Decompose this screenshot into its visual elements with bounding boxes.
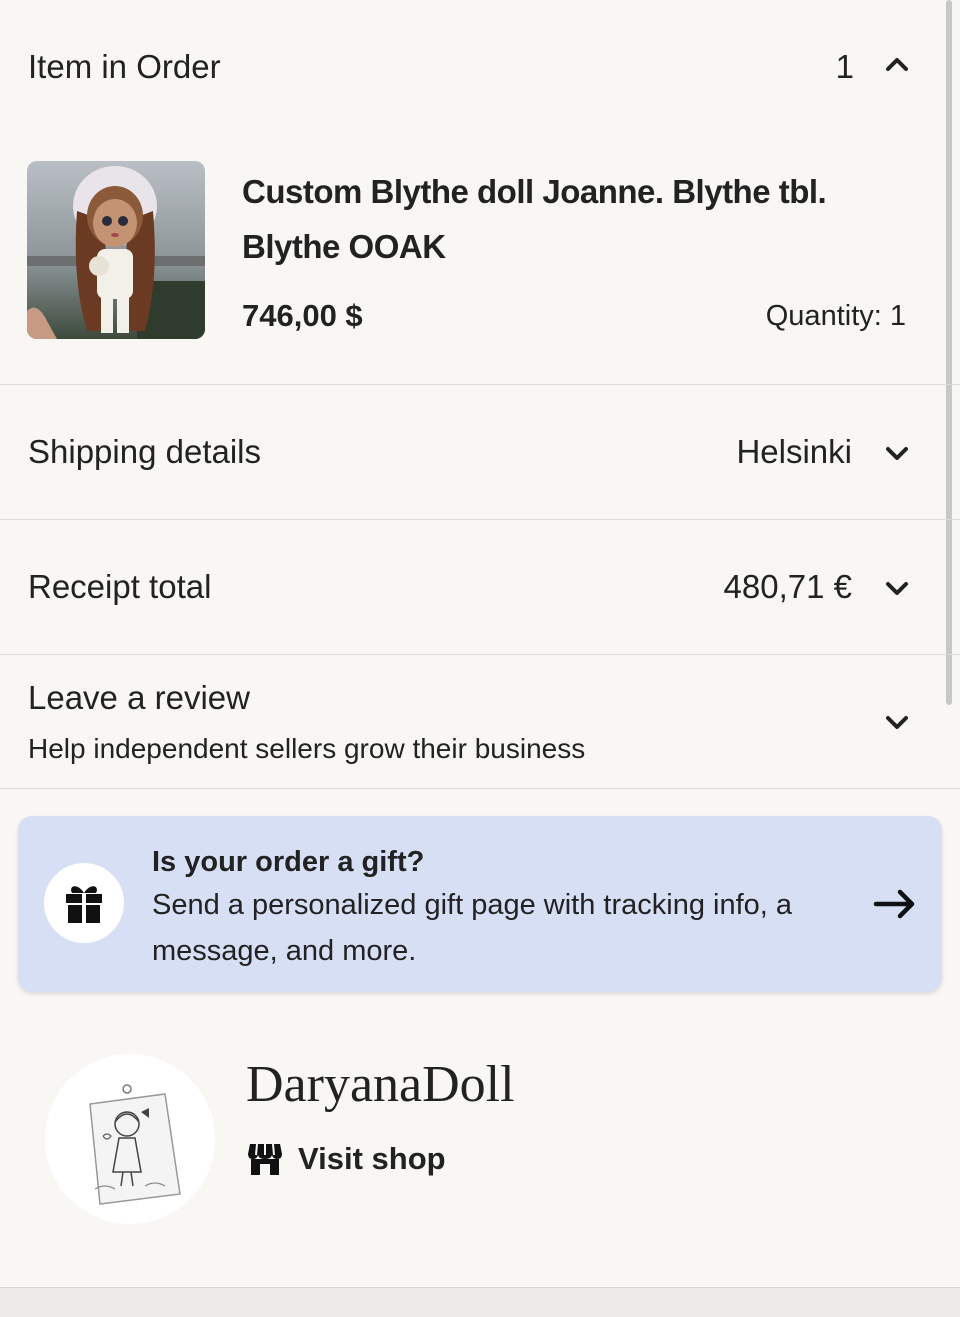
chevron-up-icon[interactable] (884, 52, 910, 78)
gift-description: Send a personalized gift page with track… (152, 889, 793, 967)
order-items-label: Item in Order (28, 48, 221, 85)
gift-icon (44, 863, 124, 943)
leave-review-label: Leave a review (28, 679, 250, 716)
order-items-count: 1 (835, 48, 854, 85)
visit-shop-label: Visit shop (298, 1141, 446, 1176)
receipt-total-label: Receipt total (28, 568, 212, 605)
order-item[interactable]: Custom Blythe doll Joanne. Blythe tbl. B… (0, 130, 960, 385)
chevron-down-icon[interactable] (884, 575, 910, 601)
store-icon (246, 1140, 284, 1178)
order-details-page: Item in Order 1 Custom Blythe doll Joann… (0, 0, 960, 1317)
gift-title: Is your order a gift? (152, 846, 425, 878)
receipt-total-row[interactable]: Receipt total 480,71 € (0, 520, 960, 655)
receipt-total-value: 480,71 € (723, 568, 852, 605)
shipping-details-label: Shipping details (28, 433, 261, 470)
gift-banner[interactable]: Is your order a gift? Send a personalize… (18, 816, 942, 992)
item-thumbnail[interactable] (27, 161, 205, 339)
chevron-down-icon[interactable] (884, 440, 910, 466)
item-title-link[interactable]: Custom Blythe doll Joanne. Blythe tbl. B… (242, 164, 882, 274)
item-quantity: Quantity: 1 (765, 300, 906, 332)
shop-name[interactable]: DaryanaDoll (246, 1055, 515, 1114)
shop-avatar[interactable] (45, 1054, 215, 1224)
order-items-header[interactable]: Item in Order 1 (0, 0, 960, 130)
leave-review-subtitle: Help independent sellers grow their busi… (28, 733, 586, 764)
visit-shop-button[interactable]: Visit shop (246, 1140, 446, 1178)
arrow-right-icon[interactable] (872, 886, 918, 922)
section-divider (0, 1287, 960, 1317)
leave-review-row[interactable]: Leave a review Help independent sellers … (0, 655, 960, 789)
shipping-details-row[interactable]: Shipping details Helsinki (0, 385, 960, 520)
chevron-down-icon[interactable] (884, 709, 910, 735)
shipping-city: Helsinki (736, 433, 852, 470)
item-price: 746,00 $ (242, 298, 363, 333)
